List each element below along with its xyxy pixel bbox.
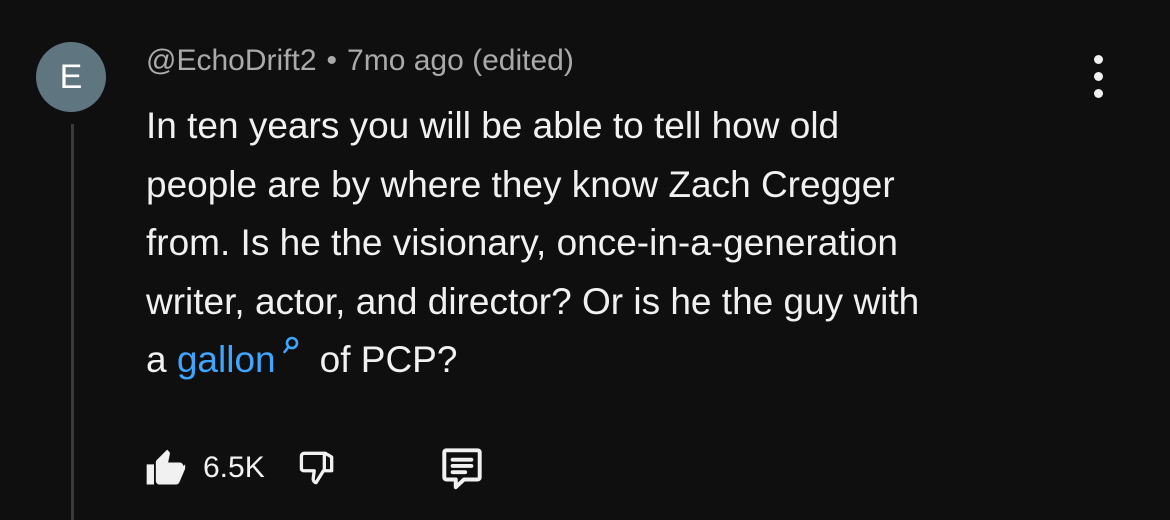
thread-line	[71, 124, 74, 520]
comment-text: In ten years you will be able to tell ho…	[146, 97, 1106, 390]
comment-meta: @EchoDrift2 • 7mo ago (edited)	[146, 44, 574, 78]
comment-actions: 6.5K	[143, 440, 487, 496]
dislike-button[interactable]	[295, 440, 339, 496]
avatar[interactable]: E	[36, 42, 106, 112]
search-icon[interactable]	[282, 335, 304, 365]
menu-dot	[1094, 72, 1103, 81]
comment-suffix: of PCP?	[319, 339, 458, 380]
reply-button[interactable]	[437, 440, 487, 496]
more-options-icon[interactable]	[1084, 55, 1114, 99]
meta-separator: •	[326, 44, 338, 77]
avatar-initial: E	[59, 57, 83, 96]
comment-last-line: a gallon of PCP?	[146, 331, 1106, 390]
search-link[interactable]: gallon	[177, 339, 276, 380]
menu-dot	[1094, 55, 1103, 64]
comment-line: people are by where they know Zach Cregg…	[146, 163, 895, 205]
thumbs-up-icon	[146, 449, 186, 485]
comment-line: In ten years you will be able to tell ho…	[146, 105, 840, 146]
comment-prefix: a	[146, 339, 177, 380]
comment-line: from. Is he the visionary, once-in-a-gen…	[146, 222, 899, 263]
like-button[interactable]: 6.5K	[143, 440, 265, 496]
like-count: 6.5K	[203, 451, 265, 484]
comment-line: writer, actor, and director? Or is he th…	[146, 280, 920, 322]
comment-timestamp[interactable]: 7mo ago (edited)	[347, 44, 574, 77]
reply-comment-icon	[442, 448, 482, 490]
thumbs-down-icon	[299, 451, 334, 485]
author-handle[interactable]: @EchoDrift2	[146, 44, 317, 77]
